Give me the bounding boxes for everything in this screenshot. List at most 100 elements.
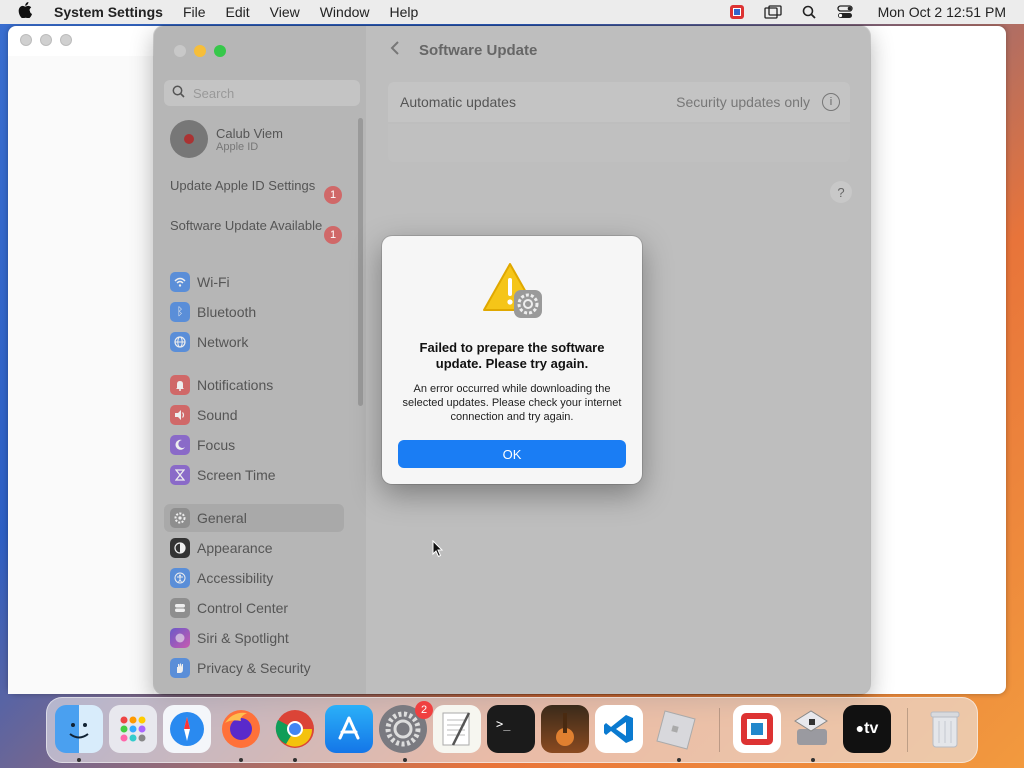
sidebar-item-label: General [197, 510, 247, 526]
apple-tv-label: tv [864, 720, 879, 737]
sidebar-item-focus[interactable]: Focus [170, 433, 345, 457]
terminal-icon[interactable]: >_ [487, 705, 535, 753]
control-center-icon[interactable] [836, 5, 854, 19]
safari-icon[interactable] [163, 705, 211, 753]
error-dialog: Failed to prepare the software update. P… [382, 236, 642, 484]
accessibility-icon [170, 568, 190, 588]
appearance-icon [170, 538, 190, 558]
firefox-icon[interactable] [217, 705, 265, 753]
menu-edit[interactable]: Edit [226, 4, 250, 20]
help-button[interactable]: ? [830, 181, 852, 203]
roblox-running-indicator [677, 758, 681, 762]
search-icon [172, 85, 185, 101]
notification-badge: 1 [324, 226, 342, 244]
sidebar-item-sound[interactable]: Sound [170, 403, 345, 427]
menu-bar: System Settings File Edit View Window He… [0, 0, 1024, 24]
dialog-message: An error occurred while downloading the … [402, 383, 622, 423]
notice-label: Software Update Available [170, 218, 323, 233]
notice-label: Update Apple ID Settings [170, 178, 316, 193]
sidebar-item-appearance[interactable]: Appearance [170, 536, 345, 560]
minimize-button[interactable] [194, 45, 206, 57]
hand-icon [170, 658, 190, 678]
minimize-button[interactable] [40, 34, 52, 46]
automatic-updates-label: Automatic updates [400, 94, 516, 110]
sidebar-scrollbar[interactable] [358, 118, 363, 406]
apple-id-account[interactable]: Calub Viem Apple ID [170, 120, 283, 158]
zoom-button[interactable] [214, 45, 226, 57]
sidebar-item-bluetooth[interactable]: ᛒ Bluetooth [170, 300, 345, 324]
finder-running-indicator [77, 758, 81, 762]
sidebar-item-label: Screen Time [197, 467, 276, 483]
sidebar-item-siri-spotlight[interactable]: Siri & Spotlight [170, 626, 345, 650]
trash-icon[interactable] [921, 705, 969, 753]
system-settings-badge: 2 [415, 701, 433, 719]
sidebar-item-label: Notifications [197, 377, 274, 393]
control-center-icon [170, 598, 190, 618]
disk-utility-running-indicator [811, 758, 815, 762]
page-title: Software Update [419, 42, 538, 59]
sidebar-item-label: Network [197, 334, 249, 350]
software-update-available-item[interactable]: Software Update Available 1 [170, 218, 350, 244]
garageband-icon[interactable] [541, 705, 589, 753]
sidebar-item-label: Sound [197, 407, 238, 423]
speaker-icon [170, 405, 190, 425]
vscode-icon[interactable] [595, 705, 643, 753]
close-button[interactable] [20, 34, 32, 46]
bell-icon [170, 375, 190, 395]
apple-menu-icon[interactable] [18, 1, 38, 23]
automatic-updates-value: Security updates only [676, 94, 810, 110]
zoom-button[interactable] [60, 34, 72, 46]
wifi-icon [170, 272, 190, 292]
remote-desktop-status-icon[interactable] [728, 5, 746, 19]
update-apple-id-settings-item[interactable]: Update Apple ID Settings 1 [170, 178, 350, 204]
sidebar-item-screen-time[interactable]: Screen Time [170, 463, 345, 487]
sidebar-item-privacy-security[interactable]: Privacy & Security [170, 656, 345, 680]
sidebar-item-accessibility[interactable]: Accessibility [170, 566, 345, 590]
roblox-icon[interactable] [651, 705, 699, 753]
siri-icon [170, 628, 190, 648]
screen-mirroring-icon[interactable] [763, 5, 782, 19]
spotlight-search-icon[interactable] [800, 5, 818, 19]
window-controls [174, 45, 226, 57]
sidebar-item-control-center[interactable]: Control Center [170, 596, 345, 620]
warning-icon [482, 262, 546, 320]
sidebar-item-general[interactable]: General [164, 504, 344, 532]
ok-button[interactable]: OK [398, 440, 626, 468]
sidebar-item-notifications[interactable]: Notifications [170, 373, 345, 397]
info-icon[interactable]: i [822, 93, 840, 111]
dock: 2 >_ ●tv [46, 697, 978, 763]
user-name: Calub Viem [216, 125, 283, 141]
settings-sidebar: Search Calub Viem Apple ID Update Apple … [154, 26, 366, 694]
menu-view[interactable]: View [270, 4, 300, 20]
sidebar-item-label: Focus [197, 437, 236, 453]
sidebar-item-label: Bluetooth [197, 304, 257, 320]
textedit-icon[interactable] [433, 705, 481, 753]
chrome-icon[interactable] [271, 705, 319, 753]
app-name-menu[interactable]: System Settings [54, 4, 163, 20]
mouse-cursor-icon [432, 539, 444, 563]
close-button[interactable] [174, 45, 186, 57]
menu-file[interactable]: File [183, 4, 206, 20]
disk-utility-icon[interactable] [787, 705, 835, 753]
automatic-updates-row: Automatic updates Security updates only … [388, 82, 850, 122]
search-field[interactable]: Search [164, 80, 360, 106]
app-store-icon[interactable] [325, 705, 373, 753]
sidebar-item-wifi[interactable]: Wi-Fi [170, 270, 345, 294]
apple-tv-icon[interactable]: ●tv [843, 705, 891, 753]
svg-text:>_: >_ [496, 717, 511, 731]
sidebar-item-label: Siri & Spotlight [197, 630, 289, 646]
hourglass-icon [170, 465, 190, 485]
dock-separator [907, 708, 908, 752]
background-window-controls [20, 34, 72, 46]
remote-desktop-icon[interactable] [733, 705, 781, 753]
avatar [170, 120, 208, 158]
sidebar-item-label: Privacy & Security [197, 660, 311, 676]
launchpad-icon[interactable] [109, 705, 157, 753]
finder-icon[interactable] [55, 705, 103, 753]
menu-bar-clock[interactable]: Mon Oct 2 12:51 PM [878, 4, 1006, 20]
menu-help[interactable]: Help [390, 4, 419, 20]
sidebar-item-network[interactable]: Network [170, 330, 345, 354]
menu-window[interactable]: Window [320, 4, 370, 20]
back-button[interactable] [390, 40, 400, 61]
sidebar-item-label: Accessibility [197, 570, 274, 586]
